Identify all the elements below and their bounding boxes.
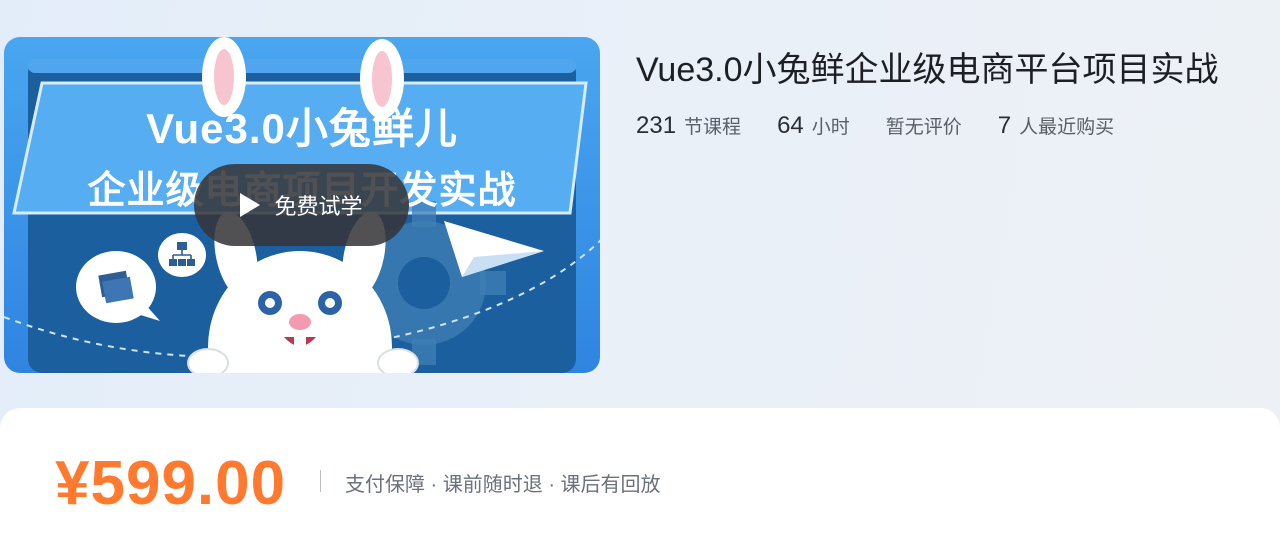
rating-text: 暂无评价 (885, 117, 962, 138)
price-panel: ¥599.00 支付保障 · 课前随时退 · 课后有回放 (0, 408, 1280, 548)
buyers-unit: 人最近购买 (1019, 117, 1115, 138)
rating-stat: 暂无评价 (886, 112, 962, 139)
free-trial-label: 免费试学 (274, 194, 363, 219)
hours-stat: 64 小时 (777, 112, 850, 140)
course-stats: 231 节课程 64 小时 暂无评价 7 人最近购买 (636, 112, 1150, 140)
lessons-unit: 节课程 (684, 117, 742, 138)
buyers-count: 7 (997, 112, 1012, 139)
lessons-stat: 231 节课程 (636, 112, 741, 140)
cover-title-line1: Vue3.0小兔鲜儿 (146, 105, 458, 152)
course-title: Vue3.0小兔鲜企业级电商平台项目实战 (636, 51, 1219, 89)
play-icon (240, 193, 261, 217)
sitemap-icon (158, 233, 206, 277)
purchase-guarantee: 支付保障 · 课前随时退 · 课后有回放 (345, 474, 661, 496)
price-divider (320, 470, 321, 492)
free-trial-button[interactable]: 免费试学 (194, 164, 409, 246)
course-price: ¥599.00 (55, 449, 287, 518)
buyers-stat: 7 人最近购买 (998, 112, 1114, 140)
hours-count: 64 (777, 112, 804, 139)
hours-unit: 小时 (811, 117, 850, 138)
course-cover[interactable]: Vue3.0小兔鲜儿 企业级电商项目开发实战 免费试学 (4, 37, 600, 373)
lessons-count: 231 (636, 112, 677, 139)
